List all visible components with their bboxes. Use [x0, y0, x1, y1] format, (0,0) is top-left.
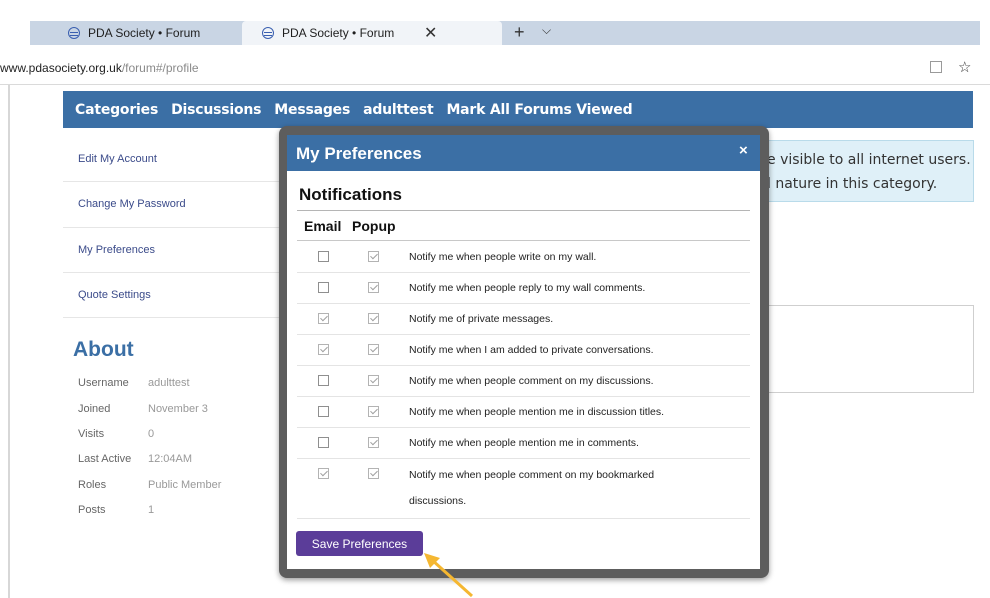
notice-line: e visible to all internet users. — [767, 152, 971, 168]
email-checkbox[interactable] — [318, 282, 329, 293]
sidebar-divider — [63, 317, 285, 318]
popup-checkbox[interactable] — [368, 437, 379, 448]
popup-checkbox[interactable] — [368, 375, 379, 386]
new-tab-icon[interactable]: + — [514, 22, 525, 43]
divider — [297, 210, 750, 211]
forum-nav-bar: Categories Discussions Messages adulttes… — [63, 91, 973, 128]
about-key: Joined — [78, 403, 111, 415]
sidebar-quote-settings[interactable]: Quote Settings — [78, 289, 151, 301]
about-value: Public Member — [148, 479, 222, 491]
popup-checkbox[interactable] — [368, 468, 379, 479]
notice-line: l nature in this category. — [767, 176, 938, 192]
preference-row: Notify me when people reply to my wall c… — [297, 273, 750, 304]
about-key: Roles — [78, 479, 107, 491]
about-value: November 3 — [148, 403, 208, 415]
preference-row: Notify me when people mention me in comm… — [297, 428, 750, 459]
save-preferences-button[interactable]: Save Preferences — [296, 531, 423, 556]
email-checkbox[interactable] — [318, 468, 329, 479]
email-checkbox[interactable] — [318, 251, 329, 262]
browser-tab-inactive[interactable]: PDA Society • Forum — [36, 21, 236, 45]
about-value: 0 — [148, 428, 155, 440]
about-key: Posts — [78, 504, 106, 516]
category-notice: e visible to all internet users. l natur… — [762, 140, 974, 202]
nav-categories[interactable]: Categories — [75, 102, 158, 118]
nav-profile[interactable]: adulttest — [363, 102, 434, 118]
browser-tab-title: PDA Society • Forum — [88, 26, 201, 40]
reading-view-icon[interactable] — [930, 61, 942, 73]
sidebar-edit-account[interactable]: Edit My Account — [78, 153, 157, 165]
sidebar-divider — [63, 181, 285, 182]
preference-label: Notify me when people mention me in disc… — [409, 406, 665, 418]
favorite-star-icon[interactable]: ☆ — [958, 58, 971, 76]
preference-label: Notify me when I am added to private con… — [409, 344, 654, 356]
email-checkbox[interactable] — [318, 344, 329, 355]
popup-checkbox[interactable] — [368, 344, 379, 355]
notifications-heading: Notifications — [299, 185, 402, 204]
about-row-joined: Joined November 3 — [78, 403, 288, 415]
preference-label: Notify me when people comment on my disc… — [409, 375, 654, 387]
sidebar-my-preferences[interactable]: My Preferences — [78, 244, 155, 256]
browser-tab-active[interactable]: PDA Society • Forum ✕ — [242, 21, 502, 45]
annotation-arrow-icon — [424, 553, 474, 598]
preference-label: Notify me when people mention me in comm… — [409, 437, 639, 449]
browser-tab-strip: PDA Society • Forum PDA Society • Forum … — [30, 21, 980, 45]
modal-header: My Preferences × — [287, 135, 760, 171]
preference-row: Notify me when people mention me in disc… — [297, 397, 750, 428]
preference-row: Notify me of private messages. — [297, 304, 750, 335]
preference-row: Notify me when people comment on my disc… — [297, 366, 750, 397]
about-heading: About — [73, 338, 134, 361]
window-edge — [8, 85, 10, 598]
close-icon[interactable]: × — [739, 142, 748, 159]
preference-row: Notify me when I am added to private con… — [297, 335, 750, 366]
email-checkbox[interactable] — [318, 313, 329, 324]
url-path: /forum#/profile — [121, 61, 199, 75]
browser-tab-title: PDA Society • Forum — [282, 26, 395, 40]
about-key: Username — [78, 377, 129, 389]
nav-messages[interactable]: Messages — [274, 102, 350, 118]
modal-title: My Preferences — [296, 144, 422, 163]
url-text: www.pdasociety.org.uk/forum#/profile — [0, 61, 199, 75]
url-domain: www.pdasociety.org.uk — [0, 61, 122, 75]
email-checkbox[interactable] — [318, 375, 329, 386]
preference-label: Notify me when people reply to my wall c… — [409, 282, 646, 294]
address-bar[interactable]: www.pdasociety.org.uk/forum#/profile ☆ — [0, 57, 990, 79]
email-checkbox[interactable] — [318, 406, 329, 417]
popup-checkbox[interactable] — [368, 406, 379, 417]
about-value: adulttest — [148, 377, 190, 389]
about-key: Visits — [78, 428, 105, 440]
about-row-roles: Roles Public Member — [78, 479, 288, 491]
popup-checkbox[interactable] — [368, 251, 379, 262]
sidebar-divider — [63, 272, 285, 273]
sidebar-divider — [63, 227, 285, 228]
about-row-visits: Visits 0 — [78, 428, 288, 440]
sidebar-change-password[interactable]: Change My Password — [78, 198, 186, 210]
popup-column-header: Popup — [352, 218, 396, 234]
about-row-last-active: Last Active 12:04AM — [78, 453, 288, 465]
close-tab-icon[interactable]: ✕ — [424, 23, 437, 43]
nav-discussions[interactable]: Discussions — [171, 102, 261, 118]
popup-checkbox[interactable] — [368, 282, 379, 293]
globe-icon — [262, 27, 274, 39]
about-row-username: Username adulttest — [78, 377, 288, 389]
chevron-down-icon[interactable]: ⌵ — [542, 23, 551, 38]
about-value: 1 — [148, 504, 155, 516]
about-value: 12:04AM — [148, 453, 193, 465]
about-key: Last Active — [78, 453, 132, 465]
globe-icon — [68, 27, 80, 39]
popup-checkbox[interactable] — [368, 313, 379, 324]
preference-label: Notify me of private messages. — [409, 313, 554, 325]
preference-row: Notify me when people comment on my book… — [297, 459, 750, 519]
content-box — [762, 305, 974, 393]
about-row-posts: Posts 1 — [78, 504, 288, 516]
preference-label: Notify me when people write on my wall. — [409, 251, 597, 263]
email-checkbox[interactable] — [318, 437, 329, 448]
chrome-divider — [0, 84, 990, 85]
preference-row: Notify me when people write on my wall. — [297, 242, 750, 273]
divider — [297, 240, 750, 241]
email-column-header: Email — [304, 218, 342, 234]
nav-mark-all-viewed[interactable]: Mark All Forums Viewed — [446, 102, 632, 118]
preference-label: Notify me when people comment on my book… — [409, 469, 655, 507]
preferences-modal: My Preferences × Notifications Email Pop… — [287, 135, 760, 569]
